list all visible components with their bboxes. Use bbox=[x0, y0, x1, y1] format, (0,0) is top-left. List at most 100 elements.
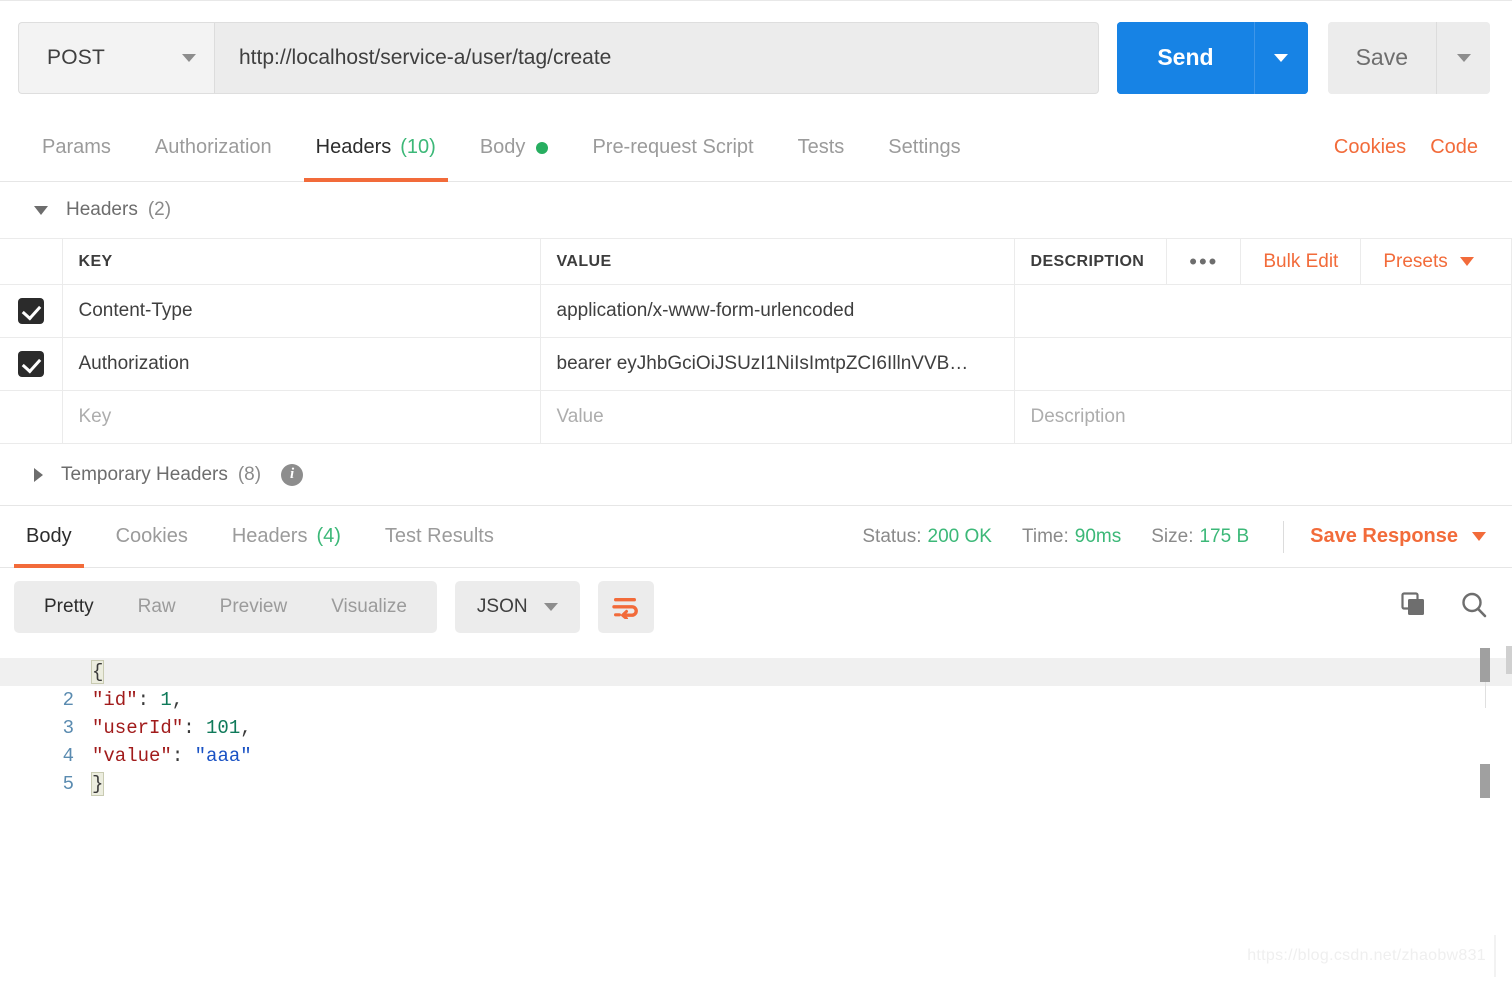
chevron-down-icon bbox=[1459, 257, 1474, 266]
request-tab-actions: Cookies Code bbox=[1322, 114, 1512, 181]
info-icon[interactable]: i bbox=[281, 463, 304, 486]
row-description-cell[interactable] bbox=[1013, 284, 1512, 338]
code-token-part: "id" bbox=[92, 689, 138, 711]
size-badge: Size: 175 B bbox=[1151, 526, 1249, 548]
status-label: Status: bbox=[862, 525, 922, 547]
word-wrap-button[interactable] bbox=[597, 581, 654, 633]
size-value: 175 B bbox=[1199, 525, 1250, 547]
code-line: "value": "aaa" bbox=[92, 742, 1512, 770]
send-options-button[interactable] bbox=[1253, 21, 1308, 94]
row-checkbox[interactable] bbox=[17, 298, 44, 324]
row-value-cell[interactable]: bearer eyJhbGciOiJSUzI1NiIsImtpZCI6IllnV… bbox=[539, 337, 1015, 391]
response-status-area: Status: 200 OK Time: 90ms Size: 175 B Save … bbox=[832, 506, 1512, 567]
code-link[interactable]: Code bbox=[1418, 136, 1490, 159]
format-selector[interactable]: JSON bbox=[454, 581, 580, 633]
response-tab-test-results[interactable]: Test Results bbox=[363, 506, 516, 567]
view-mode-preview[interactable]: Preview bbox=[198, 596, 310, 618]
request-tab-bar: Params Authorization Headers (10) Body P… bbox=[0, 114, 1512, 182]
cookies-link[interactable]: Cookies bbox=[1322, 136, 1418, 159]
tab-label: Params bbox=[42, 136, 111, 158]
chevron-down-icon bbox=[1274, 53, 1289, 62]
code-token-part: "aaa" bbox=[194, 745, 252, 767]
save-button-group: Save bbox=[1327, 21, 1490, 94]
copy-button[interactable] bbox=[1398, 590, 1428, 625]
new-description-input[interactable]: Description bbox=[1015, 406, 1512, 428]
response-tab-body[interactable]: Body bbox=[4, 506, 94, 568]
request-url-input[interactable]: http://localhost/service-a/user/tag/crea… bbox=[214, 21, 1100, 94]
code-token-part: 1 bbox=[160, 689, 172, 711]
code-line: "userId": 101, bbox=[92, 714, 1512, 742]
new-key-input[interactable]: Key bbox=[63, 406, 540, 428]
time-badge: Time: 90ms bbox=[1022, 526, 1121, 548]
headers-table: KEY VALUE DESCRIPTION ••• Bulk Edit Pres… bbox=[0, 238, 1512, 444]
tab-tests[interactable]: Tests bbox=[776, 114, 867, 181]
code-token-part: , bbox=[240, 717, 252, 739]
http-method-selector[interactable]: POST bbox=[18, 21, 214, 94]
tab-settings[interactable]: Settings bbox=[866, 114, 982, 181]
table-row-empty[interactable]: Key Value Description bbox=[0, 390, 1512, 444]
row-description-cell[interactable] bbox=[1013, 337, 1512, 391]
save-button[interactable]: Save bbox=[1327, 21, 1436, 94]
code-token-part: , bbox=[171, 689, 184, 711]
save-options-button[interactable] bbox=[1436, 21, 1490, 94]
tab-pre-request-script[interactable]: Pre-request Script bbox=[570, 114, 775, 181]
search-button[interactable] bbox=[1458, 589, 1490, 626]
save-response-button[interactable]: Save Response bbox=[1310, 525, 1486, 548]
table-row[interactable]: Authorization bearer eyJhbGciOiJSUzI1NiI… bbox=[0, 337, 1512, 391]
header-checkbox-column bbox=[0, 238, 62, 285]
temporary-headers-section[interactable]: Temporary Headers (8) i bbox=[0, 444, 1512, 506]
tab-authorization[interactable]: Authorization bbox=[133, 114, 294, 181]
response-tab-cookies[interactable]: Cookies bbox=[94, 506, 210, 567]
json-code-content[interactable]: { "id": 1, "userId": 101, "value": "aaa"… bbox=[0, 646, 1512, 946]
row-checkbox[interactable] bbox=[17, 351, 44, 377]
divider bbox=[1283, 520, 1285, 553]
code-line: } bbox=[90, 770, 1512, 798]
code-token-part: : bbox=[183, 717, 207, 739]
tab-headers[interactable]: Headers (10) bbox=[294, 114, 458, 182]
viewer-actions bbox=[1398, 589, 1490, 626]
response-tab-headers[interactable]: Headers (4) bbox=[210, 506, 363, 567]
bulk-edit-button[interactable]: Bulk Edit bbox=[1263, 251, 1338, 273]
code-line: "id": 1, bbox=[92, 686, 1512, 714]
view-mode-visualize[interactable]: Visualize bbox=[309, 596, 429, 618]
vertical-scrollbar-thumb[interactable] bbox=[1480, 648, 1490, 682]
row-key-text: Content-Type bbox=[78, 300, 193, 321]
tab-body[interactable]: Body bbox=[458, 114, 571, 181]
line-number: 5 bbox=[62, 773, 74, 795]
scrollbar-track-line bbox=[1485, 680, 1486, 708]
code-token-part: : bbox=[171, 745, 195, 767]
row-checkbox-cell[interactable] bbox=[0, 337, 62, 391]
temporary-headers-count: (8) bbox=[237, 463, 262, 485]
table-row[interactable]: Content-Type application/x-www-form-urle… bbox=[0, 284, 1512, 338]
code-token-part: } bbox=[92, 773, 104, 795]
presets-dropdown[interactable]: Presets bbox=[1383, 251, 1491, 273]
time-label: Time: bbox=[1021, 525, 1069, 547]
status-value: 200 OK bbox=[927, 525, 992, 547]
chevron-down-icon bbox=[34, 205, 48, 215]
row-value-cell[interactable]: application/x-www-form-urlencoded bbox=[539, 284, 1015, 338]
row-checkbox-cell[interactable] bbox=[0, 284, 62, 338]
new-value-input[interactable]: Value bbox=[541, 406, 1014, 428]
new-key-cell[interactable]: Key bbox=[61, 390, 541, 444]
view-mode-raw[interactable]: Raw bbox=[116, 596, 198, 618]
code-token: } bbox=[90, 772, 105, 796]
view-mode-pretty[interactable]: Pretty bbox=[22, 596, 116, 618]
tab-label: Cookies bbox=[115, 525, 188, 547]
new-value-cell[interactable]: Value bbox=[539, 390, 1015, 444]
send-button[interactable]: Send bbox=[1117, 21, 1254, 94]
ellipsis-icon[interactable]: ••• bbox=[1189, 250, 1218, 273]
horizontal-scrollbar-thumb[interactable] bbox=[1480, 764, 1490, 798]
line-number: 4 bbox=[62, 745, 74, 767]
code-token-part: 101 bbox=[206, 717, 241, 739]
response-tab-bar: Body Cookies Headers (4) Test Results St… bbox=[0, 506, 1512, 568]
row-key-cell[interactable]: Authorization bbox=[61, 337, 541, 391]
headers-section-header[interactable]: Headers (2) bbox=[0, 182, 1512, 238]
word-wrap-icon bbox=[611, 598, 638, 619]
new-description-cell[interactable]: Description bbox=[1013, 390, 1512, 444]
row-key-cell[interactable]: Content-Type bbox=[61, 284, 541, 338]
viewer-edge-scrollbar[interactable] bbox=[1506, 646, 1512, 674]
tab-params[interactable]: Params bbox=[20, 114, 133, 181]
headers-section-count: (2) bbox=[147, 199, 172, 220]
column-key-label: KEY bbox=[78, 252, 113, 270]
response-body-viewer[interactable]: 1 2 3 4 5 { "id": 1, "userId": 101, "val… bbox=[0, 646, 1512, 946]
